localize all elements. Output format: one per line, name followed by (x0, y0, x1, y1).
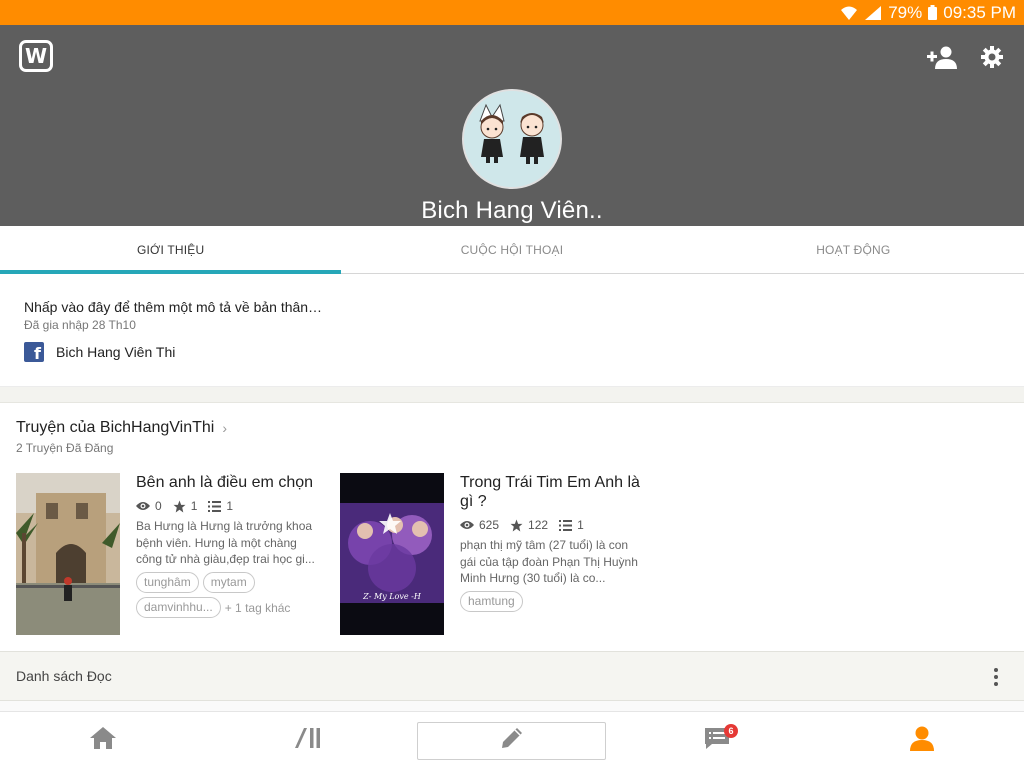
messages-badge: 6 (724, 724, 738, 738)
settings-gear-icon[interactable] (977, 43, 1007, 71)
story-tags: tunghâm mytam damvinhhu... + 1 tag khác (136, 572, 320, 618)
nav-library[interactable] (205, 712, 410, 769)
battery-icon (928, 5, 938, 20)
add-description-prompt[interactable]: Nhấp vào đây để thêm một mô tả về bản th… (24, 299, 322, 315)
more-options-icon[interactable] (990, 666, 1002, 688)
cover-text: Z- My Love -H (362, 592, 422, 601)
story-cover[interactable]: Z- My Love -H (340, 473, 444, 635)
joined-date: Đã gia nhập 28 Th10 (24, 318, 136, 332)
about-section: Nhấp vào đây để thêm một mô tả về bản th… (0, 275, 1024, 386)
home-icon (89, 726, 116, 755)
vote-count: 122 (528, 518, 549, 532)
wifi-icon (840, 5, 858, 21)
nav-profile[interactable] (819, 712, 1024, 769)
list-icon (559, 519, 573, 531)
pencil-icon (500, 726, 524, 755)
tag-pill[interactable]: mytam (202, 572, 255, 593)
facebook-icon: f (24, 342, 44, 362)
part-count: 1 (577, 518, 584, 532)
battery-percent: 79% (888, 2, 923, 22)
story-stats: 0 1 1 (136, 498, 320, 514)
part-count: 1 (226, 499, 234, 513)
avatar[interactable] (462, 89, 562, 189)
stories-title: Truyện của BichHangVinThi (16, 419, 215, 436)
tag-pill[interactable]: hamtung (460, 591, 523, 612)
logo-letter: W (24, 44, 48, 68)
wattpad-logo-icon[interactable]: W (19, 40, 53, 72)
eye-icon (136, 501, 150, 511)
tag-pill[interactable]: tunghâm (136, 572, 199, 593)
profile-name: Bich Hang Viên.. (421, 197, 603, 224)
chevron-right-icon: › (222, 420, 227, 436)
nav-home[interactable] (0, 712, 205, 769)
story-description: Ba Hưng là Hưng là trưởng khoa bệnh viên… (136, 519, 315, 566)
read-count: 0 (155, 499, 162, 513)
story-title[interactable]: Trong Trái Tim Em Anh là gì ? (460, 473, 644, 511)
star-icon (510, 519, 523, 532)
section-divider (0, 701, 1024, 711)
reading-list-label: Danh sách Đọc (16, 668, 112, 684)
facebook-link[interactable]: f Bich Hang Viên Thi (24, 342, 175, 362)
story-title[interactable]: Bên anh là điều em chọn (136, 473, 320, 492)
profile-icon (909, 725, 935, 756)
story-tags: hamtung (460, 591, 644, 612)
facebook-name: Bich Hang Viên Thi (56, 344, 176, 360)
nav-messages[interactable] (614, 712, 819, 769)
clock: 09:35 PM (943, 2, 1016, 22)
story-card[interactable]: Bên anh là điều em chọn 0 1 1 Ba Hưng là… (16, 473, 326, 635)
signal-icon (864, 5, 882, 21)
tab-about[interactable]: GIỚI THIỆU (0, 226, 342, 274)
more-tags[interactable]: + 1 tag khác (225, 601, 291, 615)
story-cover[interactable] (16, 473, 120, 635)
story-stats: 625 122 1 (460, 517, 644, 533)
nav-write[interactable] (409, 712, 614, 769)
vote-count: 1 (190, 499, 198, 513)
tab-conversations[interactable]: CUỘC HỘI THOẠI (341, 226, 682, 273)
stories-count: 2 Truyện Đã Đăng (16, 441, 114, 455)
status-bar: 79% 09:35 PM (0, 0, 1024, 25)
profile-tabs: GIỚI THIỆU CUỘC HỘI THOẠI HOẠT ĐỘNG (0, 226, 1024, 274)
bottom-nav: 6 (0, 711, 1024, 768)
star-icon (173, 500, 186, 513)
list-icon (208, 500, 222, 512)
stories-section: Truyện của BichHangVinThi › 2 Truyện Đã … (0, 403, 1024, 651)
library-icon (294, 726, 321, 755)
section-divider (0, 386, 1024, 403)
stories-header[interactable]: Truyện của BichHangVinThi › (16, 419, 227, 437)
profile-header: W Bich Hang Viên.. (0, 25, 1024, 226)
tag-pill[interactable]: damvinhhu... (136, 597, 221, 618)
reading-list-row[interactable]: Danh sách Đọc (0, 651, 1024, 701)
eye-icon (460, 520, 474, 530)
story-description: phạn thị mỹ tâm (27 tuổi) là con gái của… (460, 538, 638, 585)
add-friend-icon[interactable] (927, 43, 957, 71)
story-card[interactable]: Z- My Love -H Trong Trái Tim Em Anh là g… (340, 473, 650, 635)
read-count: 625 (479, 518, 500, 532)
tab-activity[interactable]: HOẠT ĐỘNG (683, 226, 1024, 273)
